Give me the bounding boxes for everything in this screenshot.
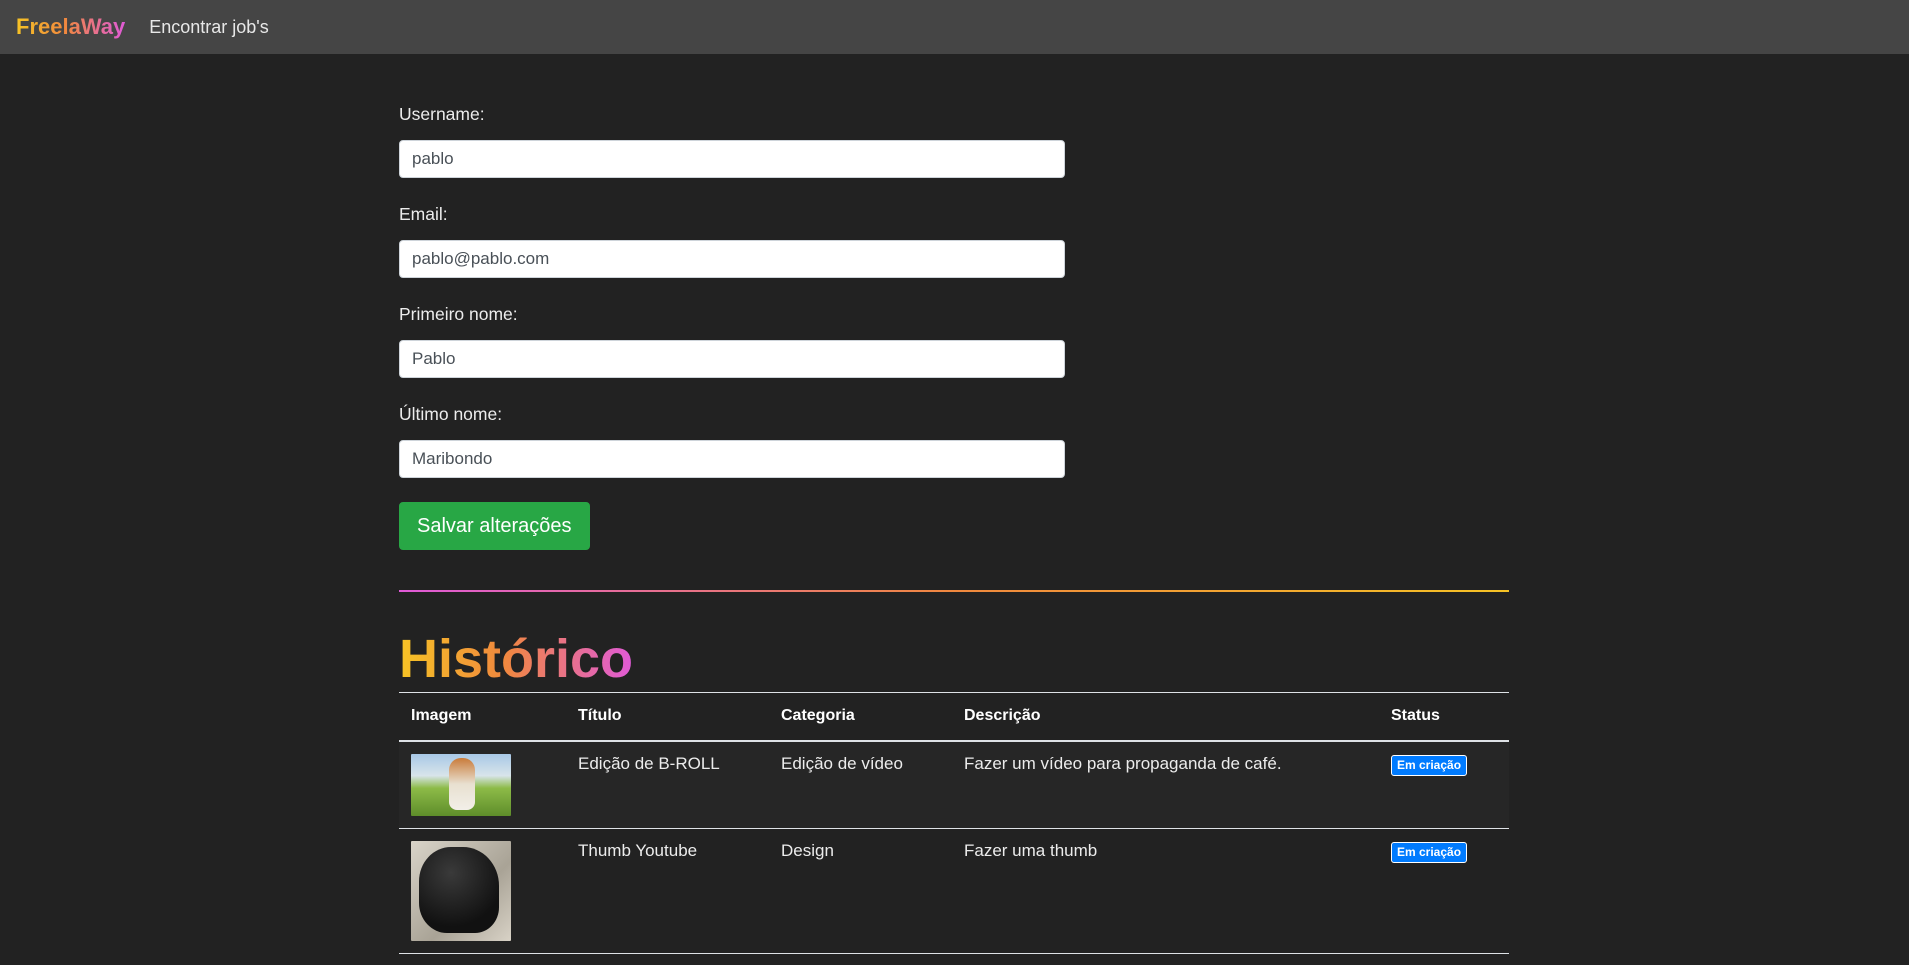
column-header-description: Descrição [952, 692, 1379, 742]
username-label: Username: [399, 104, 485, 124]
table-row: Edição de B-ROLL Edição de vídeo Fazer u… [399, 740, 1509, 829]
table-row: Thumb Youtube Design Fazer uma thumb Em … [399, 828, 1509, 954]
email-input[interactable] [399, 240, 1065, 278]
status-cell: Em criação [1379, 740, 1509, 829]
category-cell: Edição de vídeo [769, 740, 952, 829]
last-name-input[interactable] [399, 440, 1065, 478]
history-title: Histórico [399, 629, 634, 689]
description-cell: Fazer um vídeo para propaganda de café. [952, 740, 1379, 829]
navbar: FreelaWay Encontrar job's [0, 0, 1909, 54]
last-name-label: Último nome: [399, 404, 503, 424]
table-header-row: Imagem Título Categoria Descrição Status [399, 692, 1509, 742]
nav-link-find-jobs[interactable]: Encontrar job's [149, 17, 269, 38]
image-cell [399, 740, 566, 829]
column-header-title: Título [566, 692, 769, 742]
gradient-divider [399, 590, 1509, 592]
description-cell: Fazer uma thumb [952, 828, 1379, 954]
save-changes-button[interactable]: Salvar alterações [399, 502, 590, 550]
profile-form: Username: Email: Primeiro nome: Último n… [399, 54, 1065, 550]
history-table: Imagem Título Categoria Descrição Status… [399, 692, 1509, 954]
status-badge: Em criação [1391, 841, 1468, 863]
username-input[interactable] [399, 140, 1065, 178]
first-name-input[interactable] [399, 340, 1065, 378]
main-container: Username: Email: Primeiro nome: Último n… [399, 54, 1509, 954]
dog-running-photo [411, 753, 511, 816]
column-header-image: Imagem [399, 692, 566, 742]
category-cell: Design [769, 828, 952, 954]
first-name-label: Primeiro nome: [399, 304, 518, 324]
black-puppy-photo [411, 840, 511, 941]
column-header-status: Status [1379, 692, 1509, 742]
image-cell [399, 828, 566, 954]
status-badge: Em criação [1391, 754, 1468, 776]
title-cell: Edição de B-ROLL [566, 740, 769, 829]
column-header-category: Categoria [769, 692, 952, 742]
title-cell: Thumb Youtube [566, 828, 769, 954]
brand-logo[interactable]: FreelaWay [16, 14, 125, 40]
status-cell: Em criação [1379, 828, 1509, 954]
email-label: Email: [399, 204, 448, 224]
